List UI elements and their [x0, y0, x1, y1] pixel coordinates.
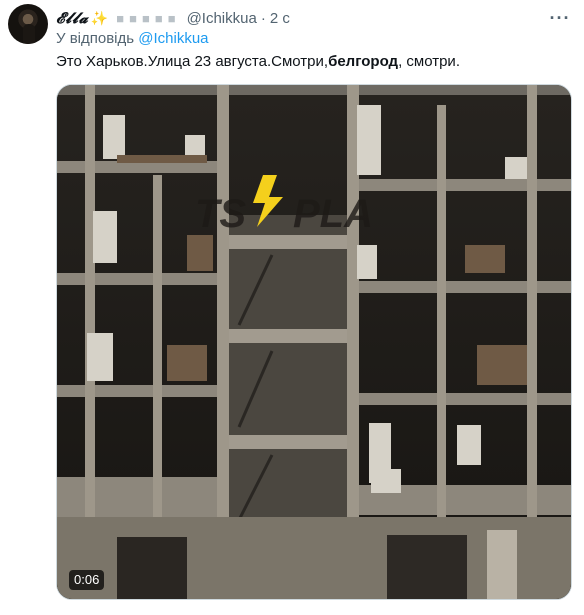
display-name[interactable]: 𝓔𝓵𝓵𝓪: [56, 10, 89, 27]
tweet-header: 𝓔𝓵𝓵𝓪 ✨ ■■■■■ @Ichikkua · 2 с: [56, 8, 290, 28]
reply-prefix: У відповідь: [56, 30, 135, 47]
more-options-icon[interactable]: ···: [548, 6, 572, 30]
reply-mention-link[interactable]: @Ichikkua: [138, 30, 208, 47]
tweet-text-part-2: , смотри.: [398, 53, 460, 70]
svg-text:PLA: PLA: [293, 192, 373, 236]
reply-context: У відповідь @Ichikkua: [56, 30, 209, 47]
avatar[interactable]: [8, 4, 48, 44]
timestamp[interactable]: 2 с: [270, 10, 290, 27]
tweet[interactable]: 𝓔𝓵𝓵𝓪 ✨ ■■■■■ @Ichikkua · 2 с ··· У відпо…: [0, 0, 584, 615]
tweet-text-bold: белгород: [328, 53, 399, 70]
user-handle[interactable]: @Ichikkua: [187, 10, 257, 27]
tweet-text: Это Харьков.Улица 23 августа.Смотри,белг…: [56, 53, 460, 70]
video-frame-damaged-building: TS PLA: [57, 85, 571, 599]
video-duration-badge: 0:06: [69, 570, 105, 590]
sparkle-icon: ✨: [90, 9, 109, 26]
video-player[interactable]: TS PLA 0:06: [56, 84, 572, 600]
tweet-text-part-1: Это Харьков.Улица 23 августа.Смотри,: [56, 53, 329, 70]
svg-text:TS: TS: [195, 192, 246, 236]
separator-dot: ·: [260, 9, 266, 27]
name-decoration-squares: ■■■■■: [116, 10, 181, 26]
